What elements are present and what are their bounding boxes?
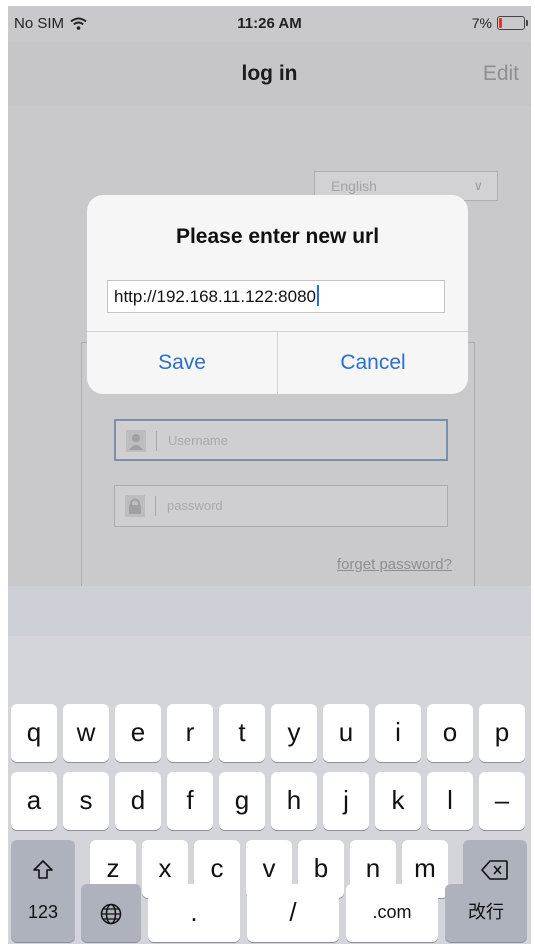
key-q[interactable]: q [11, 704, 57, 762]
return-key[interactable]: 改行 [445, 884, 527, 942]
backspace-icon [481, 860, 508, 880]
key-f[interactable]: f [167, 772, 213, 830]
key-e[interactable]: e [115, 704, 161, 762]
chevron-down-icon: ∨ [473, 178, 483, 193]
key-dash[interactable]: – [479, 772, 525, 830]
numbers-key[interactable]: 123 [11, 884, 75, 942]
status-time: 11:26 AM [237, 15, 302, 32]
url-alert-dialog: Please enter new url http://192.168.11.1… [87, 195, 468, 394]
key-l[interactable]: l [427, 772, 473, 830]
slash-key[interactable]: / [247, 884, 339, 942]
url-input-value: http://192.168.11.122:8080 [114, 287, 316, 306]
edit-button[interactable]: Edit [483, 62, 519, 86]
globe-icon [100, 903, 122, 925]
cancel-button[interactable]: Cancel [278, 332, 468, 394]
language-value: English [331, 178, 377, 194]
key-h[interactable]: h [271, 772, 317, 830]
password-placeholder: password [167, 498, 223, 513]
page-title: log in [241, 62, 298, 85]
username-field[interactable]: Username [114, 419, 448, 461]
battery-icon [497, 16, 528, 30]
key-y[interactable]: y [271, 704, 317, 762]
key-t[interactable]: t [219, 704, 265, 762]
field-separator [155, 496, 156, 516]
key-o[interactable]: o [427, 704, 473, 762]
battery-group: 7% [471, 15, 528, 31]
dotcom-key[interactable]: .com [346, 884, 438, 942]
field-separator [156, 431, 157, 451]
key-g[interactable]: g [219, 772, 265, 830]
forget-password-link[interactable]: forget password? [337, 556, 452, 573]
keyboard: q w e r t y u i o p a s d f g h j k l – … [8, 586, 531, 944]
battery-percent: 7% [471, 15, 492, 31]
period-key[interactable]: . [148, 884, 240, 942]
phone-screen: No SIM 11:26 AM 7% log in Edit English ∨ [8, 6, 531, 944]
key-r[interactable]: r [167, 704, 213, 762]
navigation-bar: log in Edit [8, 42, 531, 107]
key-p[interactable]: p [479, 704, 525, 762]
lock-icon [125, 495, 145, 517]
key-i[interactable]: i [375, 704, 421, 762]
key-a[interactable]: a [11, 772, 57, 830]
status-bar: No SIM 11:26 AM 7% [8, 6, 531, 42]
password-field[interactable]: password [114, 485, 448, 527]
user-icon [126, 430, 146, 452]
key-d[interactable]: d [115, 772, 161, 830]
key-j[interactable]: j [323, 772, 369, 830]
keyboard-suggestion-strip [8, 586, 531, 636]
shift-icon [33, 860, 53, 879]
alert-title: Please enter new url [175, 225, 380, 248]
key-s[interactable]: s [63, 772, 109, 830]
username-placeholder: Username [168, 433, 228, 448]
globe-key[interactable] [81, 884, 141, 942]
url-input[interactable]: http://192.168.11.122:8080 [107, 280, 445, 313]
save-button[interactable]: Save [87, 332, 277, 394]
text-cursor [316, 285, 319, 306]
key-k[interactable]: k [375, 772, 421, 830]
key-u[interactable]: u [323, 704, 369, 762]
key-w[interactable]: w [63, 704, 109, 762]
